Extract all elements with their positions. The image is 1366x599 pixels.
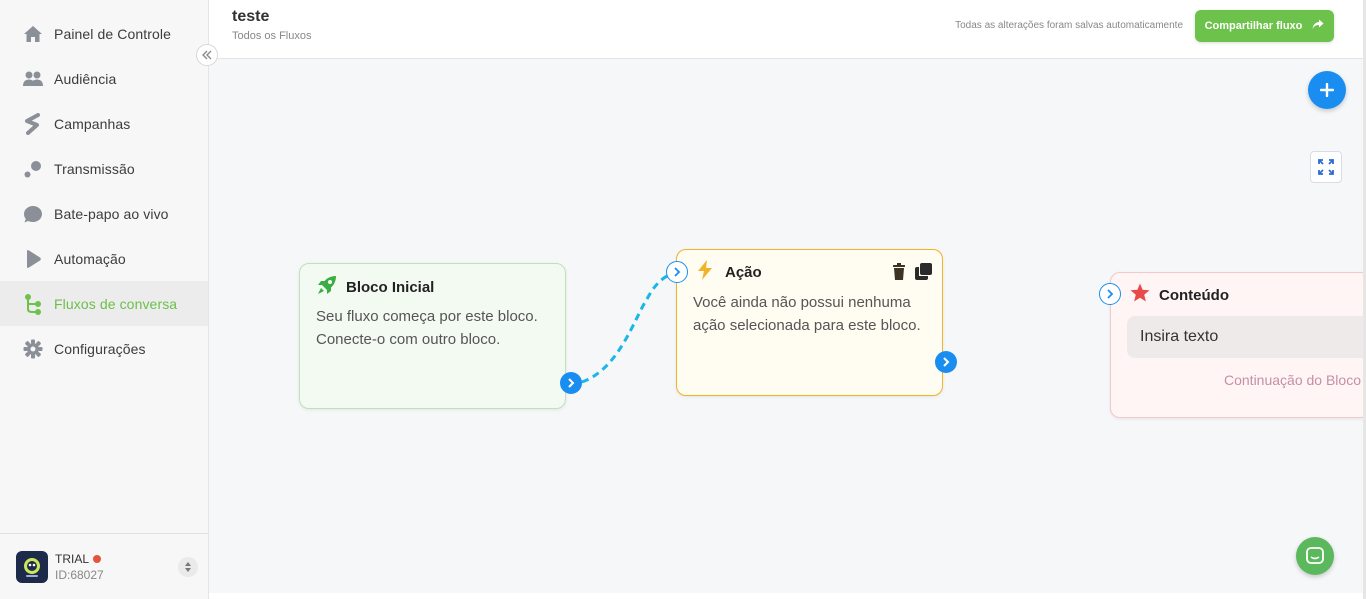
content-text-box[interactable]: Insira texto (1127, 316, 1363, 358)
campaign-icon (22, 112, 44, 135)
users-icon (22, 68, 44, 90)
start-block[interactable]: Bloco Inicial Seu fluxo começa por este … (299, 263, 582, 409)
account-plan: TRIAL (55, 552, 104, 566)
chat-icon (1306, 547, 1324, 564)
autosave-status: Todas as alterações foram salvas automat… (955, 20, 1183, 31)
content-block-title: Conteúdo (1159, 287, 1229, 304)
collapse-sidebar-button[interactable] (196, 44, 218, 66)
trash-icon[interactable] (892, 263, 906, 280)
page-title: teste (232, 8, 270, 25)
sidebar-item-label: Automação (54, 250, 126, 267)
status-dot (93, 554, 102, 563)
lightning-icon (697, 260, 713, 285)
sidebar-item-configuracoes[interactable]: Configurações (0, 326, 208, 371)
breadcrumb[interactable]: Todos os Fluxos (232, 30, 311, 42)
account-id: ID:68027 (55, 567, 104, 582)
sidebar-item-label: Campanhas (54, 115, 131, 132)
action-block-tools (883, 263, 932, 280)
start-block-header: Bloco Inicial (316, 274, 434, 301)
content-block-input-port[interactable] (1099, 283, 1121, 305)
account-info: TRIAL ID:68027 (55, 552, 104, 582)
duplicate-icon[interactable] (915, 263, 932, 280)
sidebar-item-label: Transmissão (54, 160, 135, 177)
content-block[interactable]: Conteúdo Insira texto Continuação do Blo… (1099, 272, 1363, 418)
start-block-text: Seu fluxo começa por este bloco. Conecte… (316, 308, 538, 348)
avatar (16, 550, 48, 583)
action-block[interactable]: Ação Você ainda não possui nenhuma ação … (666, 249, 957, 396)
sidebar-item-label: Fluxos de conversa (54, 295, 178, 312)
sidebar-item-label: Configurações (54, 340, 146, 357)
action-block-header: Ação (697, 260, 762, 285)
sidebar-nav: Painel de Controle Audiência Campanhas T… (0, 11, 208, 371)
broadcast-icon (22, 158, 44, 180)
sidebar: Painel de Controle Audiência Campanhas T… (0, 0, 209, 599)
star-icon (1130, 283, 1150, 308)
start-block-output-port[interactable] (560, 372, 582, 394)
support-chat-button[interactable] (1296, 537, 1334, 575)
sort-arrows-icon[interactable] (178, 557, 198, 577)
share-flow-button[interactable]: Compartilhar fluxo (1195, 10, 1334, 42)
bottom-bar (209, 593, 1363, 599)
action-block-title: Ação (725, 264, 762, 281)
sidebar-item-automacao[interactable]: Automação (0, 236, 208, 281)
sidebar-item-fluxos[interactable]: Fluxos de conversa (0, 281, 208, 326)
fit-view-button[interactable] (1310, 151, 1342, 183)
sidebar-item-label: Bate-papo ao vivo (54, 205, 169, 222)
header: teste Todos os Fluxos Todas as alteraçõe… (209, 0, 1363, 59)
sidebar-item-audiencia[interactable]: Audiência (0, 56, 208, 101)
continuation-link[interactable]: Continuação do Bloco (1224, 372, 1361, 388)
flow-canvas[interactable]: Bloco Inicial Seu fluxo começa por este … (209, 59, 1363, 593)
share-button-label: Compartilhar fluxo (1204, 20, 1303, 32)
action-block-input-port[interactable] (666, 261, 688, 283)
start-block-title: Bloco Inicial (346, 279, 435, 296)
plan-label: TRIAL (55, 551, 90, 566)
share-arrow-icon (1312, 19, 1324, 33)
sidebar-item-label: Audiência (54, 70, 117, 87)
gear-icon (22, 338, 44, 360)
automation-icon (22, 248, 44, 270)
chat-bubble-icon (22, 203, 44, 225)
sidebar-item-transmissao[interactable]: Transmissão (0, 146, 208, 191)
sidebar-item-bate-papo[interactable]: Bate-papo ao vivo (0, 191, 208, 236)
home-icon (22, 23, 44, 45)
sidebar-item-campanhas[interactable]: Campanhas (0, 101, 208, 146)
flow-icon (22, 293, 44, 315)
account-switcher[interactable]: TRIAL ID:68027 (0, 533, 208, 599)
sidebar-item-painel[interactable]: Painel de Controle (0, 11, 208, 56)
content-block-header: Conteúdo (1130, 283, 1229, 308)
sidebar-item-label: Painel de Controle (54, 25, 171, 42)
action-block-output-port[interactable] (935, 351, 957, 373)
rocket-icon (316, 274, 338, 301)
action-block-text: Você ainda não possui nenhuma ação selec… (693, 294, 921, 334)
add-block-button[interactable] (1308, 71, 1346, 109)
expand-icon (1318, 159, 1334, 175)
